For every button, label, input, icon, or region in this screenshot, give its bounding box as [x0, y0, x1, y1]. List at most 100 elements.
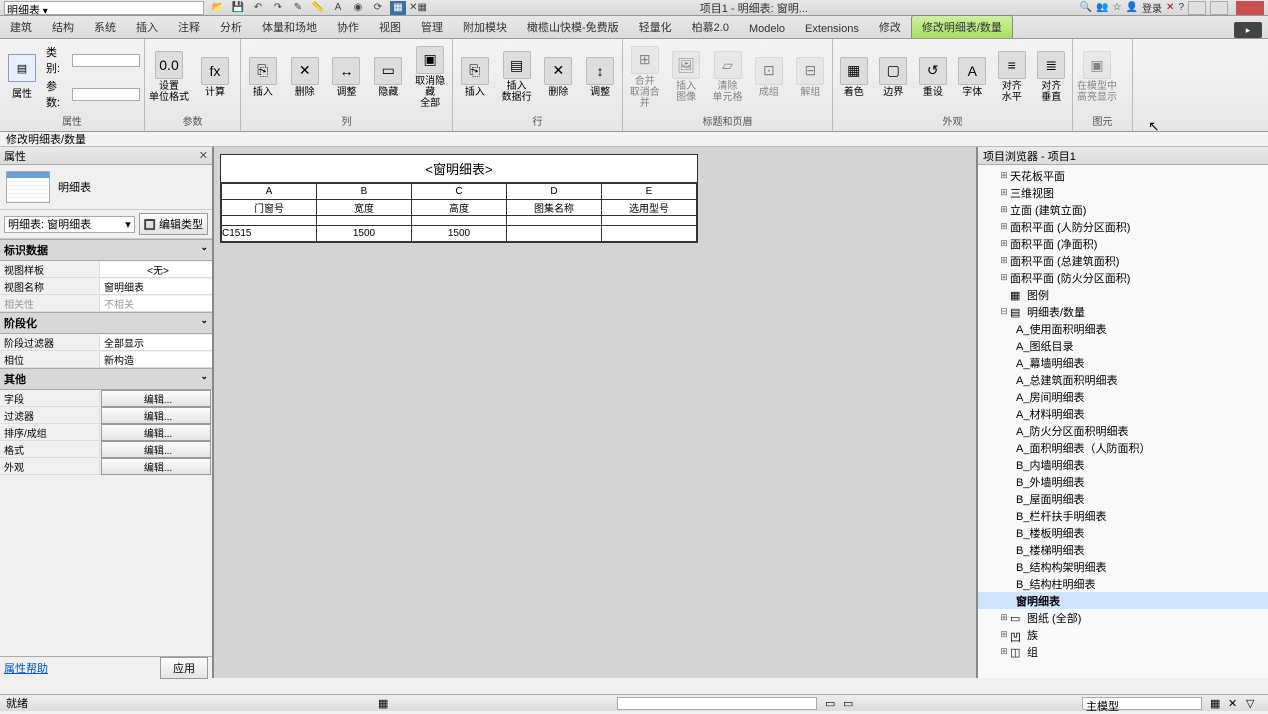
ribbon-tab[interactable]: 插入 [126, 16, 168, 38]
tree-item[interactable]: A_幕墙明细表 [978, 354, 1268, 371]
prop-value[interactable]: 窗明细表 [100, 279, 212, 294]
recent-icon[interactable]: 👥 [1096, 2, 1108, 13]
ribbon-tab[interactable]: Modelo [739, 20, 795, 38]
ribbon-tab[interactable]: 注释 [168, 16, 210, 38]
schedule-col-letter[interactable]: B [317, 184, 412, 200]
tree-item[interactable]: ⊞天花板平面 [978, 167, 1268, 184]
tree-item[interactable]: B_结构柱明细表 [978, 575, 1268, 592]
ribbon-tab[interactable]: 视图 [369, 16, 411, 38]
edit-type-button[interactable]: 🔲 编辑类型 [139, 213, 208, 235]
ribbon-tab[interactable]: 修改明细表/数量 [911, 15, 1013, 38]
ribbon-tab[interactable]: 柏慕2.0 [682, 16, 739, 38]
ribbon-button[interactable]: ↕调整 [582, 57, 618, 98]
status-icon-2[interactable]: ▭ [825, 697, 839, 710]
tree-item[interactable]: A_材料明细表 [978, 405, 1268, 422]
ribbon-tab[interactable]: 体量和场地 [252, 16, 327, 38]
ribbon-tab[interactable]: 修改 [869, 16, 911, 38]
prop-value[interactable]: <无> [100, 262, 212, 277]
ribbon-tab[interactable]: 分析 [210, 16, 252, 38]
ribbon-button[interactable]: ⎘插入 [245, 57, 281, 98]
schedule-col-letter[interactable]: A [222, 184, 317, 200]
qat-switch-icon[interactable]: ▦ [390, 1, 406, 15]
type-selector-top[interactable]: 明细表 ▾ [4, 1, 204, 15]
schedule-col-letter[interactable]: D [507, 184, 602, 200]
category-field[interactable] [72, 54, 140, 67]
properties-close-icon[interactable]: ✕ [199, 149, 208, 162]
expand-icon[interactable]: ⊞ [998, 170, 1010, 181]
prop-value[interactable]: 全部显示 [100, 335, 212, 350]
schedule-cell[interactable] [507, 226, 602, 242]
tree-item[interactable]: B_栏杆扶手明细表 [978, 507, 1268, 524]
schedule-header-cell[interactable]: 选用型号 [602, 200, 697, 216]
ribbon-tab[interactable]: 系统 [84, 16, 126, 38]
expand-icon[interactable]: ⊞ [998, 646, 1010, 657]
status-icon-1[interactable]: ▦ [378, 697, 392, 710]
tree-item[interactable]: ⊞面积平面 (防火分区面积) [978, 269, 1268, 286]
status-icon-3[interactable]: ▭ [843, 697, 857, 710]
properties-icon[interactable]: ▤ [8, 54, 36, 82]
qat-print-icon[interactable]: ✎ [290, 1, 306, 15]
expand-icon[interactable]: ⊞ [998, 272, 1010, 283]
tree-item[interactable]: ▦图例 [978, 286, 1268, 303]
ribbon-button[interactable]: ▭隐藏 [370, 57, 406, 98]
ribbon-button[interactable]: ≣对齐 垂直 [1035, 51, 1069, 103]
schedule-cell[interactable] [602, 226, 697, 242]
qat-redo-icon[interactable]: ↷ [270, 1, 286, 15]
ribbon-button[interactable]: ≡对齐 水平 [995, 51, 1029, 103]
ribbon-button[interactable]: fx计算 [195, 57, 235, 98]
ribbon-button[interactable]: 0.0设置 单位格式 [149, 51, 189, 103]
prop-value[interactable]: 不相关 [100, 296, 212, 311]
schedule-header-cell[interactable]: 宽度 [317, 200, 412, 216]
schedule-cell[interactable]: 1500 [412, 226, 507, 242]
ribbon-button[interactable]: ↺重设 [916, 57, 950, 98]
parameter-field[interactable] [72, 88, 140, 101]
tree-item[interactable]: ⊞面积平面 (净面积) [978, 235, 1268, 252]
ribbon-button[interactable]: ✕删除 [541, 57, 577, 98]
tree-item[interactable]: ⊞◫组 [978, 643, 1268, 660]
login-link[interactable]: 登录 [1142, 0, 1162, 15]
expand-icon[interactable]: ⊞ [998, 221, 1010, 232]
tree-item[interactable]: A_图纸目录 [978, 337, 1268, 354]
ribbon-tab[interactable]: 建筑 [0, 16, 42, 38]
status-icon-4[interactable]: ▦ [1210, 697, 1224, 710]
minimize-button[interactable] [1188, 1, 1206, 15]
schedule-col-letter[interactable]: E [602, 184, 697, 200]
qat-text-icon[interactable]: A [330, 1, 346, 15]
tree-item[interactable]: ⊞凹族 [978, 626, 1268, 643]
schedule-cell[interactable]: C1515 [222, 226, 317, 242]
expand-icon[interactable]: ⊞ [998, 238, 1010, 249]
ribbon-button[interactable]: ⎘插入 [457, 57, 493, 98]
tree-item[interactable]: ⊞三维视图 [978, 184, 1268, 201]
view-selector-status[interactable]: 主模型 [1082, 697, 1202, 710]
prop-edit-button[interactable]: 编辑... [101, 390, 211, 407]
ribbon-tab[interactable]: Extensions [795, 20, 869, 38]
ribbon-mode-button[interactable]: ▸ [1234, 22, 1262, 38]
tree-item[interactable]: ⊞面积平面 (人防分区面积) [978, 218, 1268, 235]
qat-open-icon[interactable]: 📂 [210, 1, 226, 15]
ribbon-button[interactable]: ▢边界 [877, 57, 911, 98]
ribbon-button[interactable]: A字体 [956, 57, 990, 98]
ribbon-button[interactable]: ▤插入 数据行 [499, 51, 535, 103]
expand-icon[interactable]: ⊞ [998, 612, 1010, 623]
prop-section-header[interactable]: 标识数据⌄ [0, 239, 212, 261]
prop-edit-button[interactable]: 编辑... [101, 407, 211, 424]
schedule-header-cell[interactable]: 高度 [412, 200, 507, 216]
status-icon-5[interactable]: ✕ [1228, 697, 1242, 710]
tree-item[interactable]: B_楼梯明细表 [978, 541, 1268, 558]
ribbon-tab[interactable]: 附加模块 [453, 16, 517, 38]
qat-measure-icon[interactable]: 📏 [310, 1, 326, 15]
prop-edit-button[interactable]: 编辑... [101, 424, 211, 441]
tree-item[interactable]: B_结构构架明细表 [978, 558, 1268, 575]
ribbon-tab[interactable]: 管理 [411, 16, 453, 38]
apply-button[interactable]: 应用 [160, 657, 208, 679]
tree-item[interactable]: B_屋面明细表 [978, 490, 1268, 507]
search-icon[interactable]: 🔍 [1080, 2, 1092, 13]
ribbon-tab[interactable]: 橄榄山快模-免费版 [517, 16, 629, 38]
tree-item[interactable]: ⊞▭图纸 (全部) [978, 609, 1268, 626]
tree-item[interactable]: B_楼板明细表 [978, 524, 1268, 541]
ribbon-tab[interactable]: 结构 [42, 16, 84, 38]
status-icon-6[interactable]: ▽ [1246, 697, 1260, 710]
tree-item[interactable]: B_外墙明细表 [978, 473, 1268, 490]
properties-button[interactable]: 属性 [12, 85, 32, 100]
tree-item[interactable]: A_使用面积明细表 [978, 320, 1268, 337]
